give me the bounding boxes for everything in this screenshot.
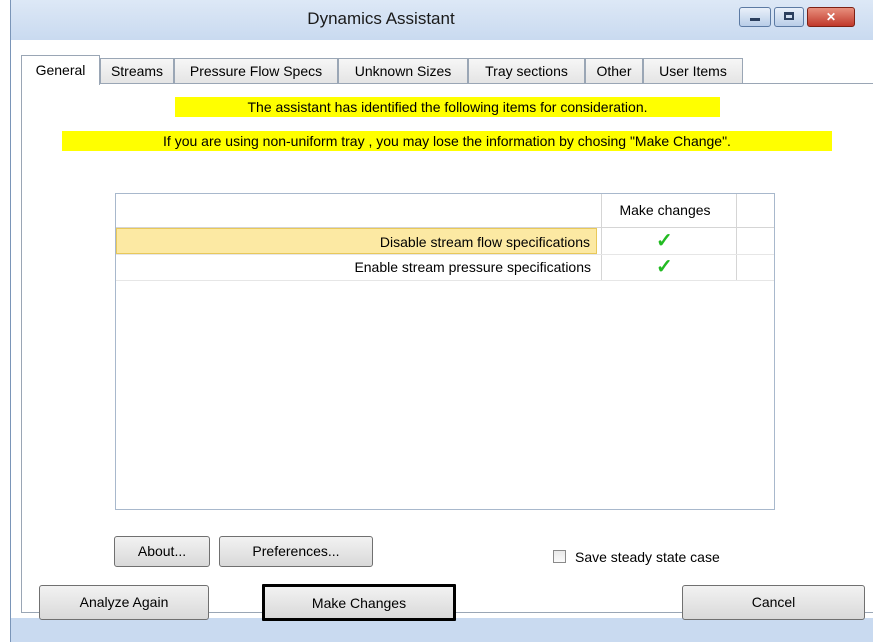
banner-items-identified: The assistant has identified the followi… (175, 97, 720, 117)
dynamics-assistant-window: Dynamics Assistant ✕ General Streams Pre… (10, 0, 873, 642)
general-tab-panel: The assistant has identified the followi… (21, 83, 873, 613)
table-row[interactable]: Enable stream pressure specifications ✓ (116, 254, 774, 281)
close-button[interactable]: ✕ (807, 7, 855, 27)
banner-non-uniform-tray-warning: If you are using non-uniform tray , you … (62, 131, 832, 151)
tab-general[interactable]: General (21, 55, 100, 85)
maximize-icon (784, 12, 794, 20)
tab-pressure-flow-specs[interactable]: Pressure Flow Specs (174, 58, 338, 84)
client-area: General Streams Pressure Flow Specs Unkn… (11, 40, 873, 618)
grid-header: Make changes (116, 194, 774, 228)
preferences-button[interactable]: Preferences... (219, 536, 373, 567)
tab-streams[interactable]: Streams (100, 58, 174, 84)
tab-tray-sections[interactable]: Tray sections (468, 58, 585, 84)
row-description: Enable stream pressure specifications (354, 259, 591, 275)
tab-unknown-sizes[interactable]: Unknown Sizes (338, 58, 468, 84)
save-steady-state-label[interactable]: Save steady state case (575, 548, 720, 566)
row-description: Disable stream flow specifications (116, 228, 597, 254)
window-title: Dynamics Assistant (307, 9, 455, 28)
minimize-button[interactable] (739, 7, 771, 27)
table-row[interactable]: Disable stream flow specifications ✓ (116, 228, 774, 255)
checkmark-icon[interactable]: ✓ (656, 230, 673, 252)
column-header-make-changes: Make changes (619, 202, 711, 218)
tab-other[interactable]: Other (585, 58, 643, 84)
minimize-icon (750, 18, 760, 21)
close-icon: ✕ (825, 10, 837, 24)
save-steady-state-checkbox[interactable] (553, 550, 566, 563)
title-bar[interactable]: Dynamics Assistant ✕ (11, 0, 873, 40)
changes-grid: Make changes Disable stream flow specifi… (115, 193, 775, 510)
analyze-again-button[interactable]: Analyze Again (39, 585, 209, 620)
make-changes-button[interactable]: Make Changes (262, 584, 456, 621)
tab-user-items[interactable]: User Items (643, 58, 743, 84)
maximize-button[interactable] (774, 7, 804, 27)
checkmark-icon[interactable]: ✓ (656, 256, 673, 278)
about-button[interactable]: About... (114, 536, 210, 567)
cancel-button[interactable]: Cancel (682, 585, 865, 620)
